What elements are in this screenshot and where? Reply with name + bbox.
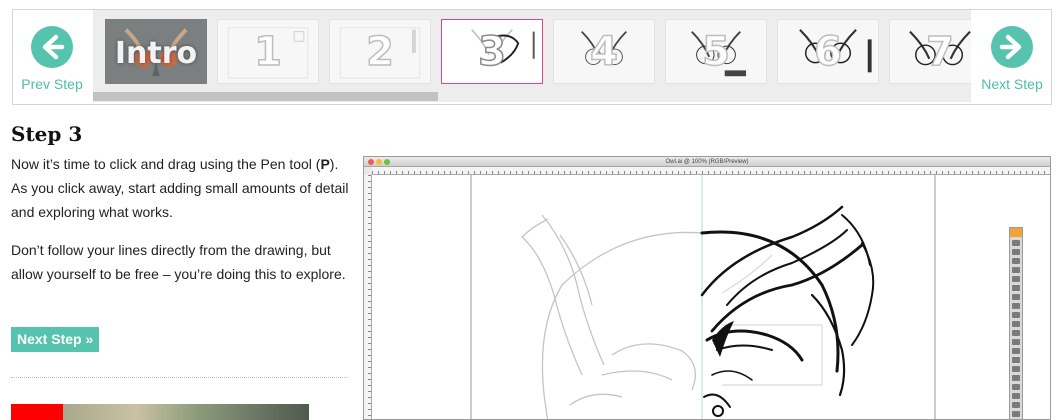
artboard-canvas	[372, 175, 1050, 419]
owl-drawing	[470, 175, 936, 419]
thumbnail-label: 7	[925, 28, 954, 76]
thumbnail-label: 2	[365, 28, 394, 76]
selection-tool-icon[interactable]	[1012, 240, 1020, 246]
horizontal-ruler	[372, 167, 1050, 175]
thumbnail-step-3[interactable]: 3	[441, 19, 543, 84]
magic-wand-tool-icon[interactable]	[1012, 258, 1020, 264]
thumbnail-step-4[interactable]: 4	[553, 19, 655, 84]
paintbrush-tool-icon[interactable]	[1012, 303, 1020, 309]
thumbnail-step-2[interactable]: 2	[329, 19, 431, 84]
tools-panel-grip[interactable]	[1010, 228, 1022, 237]
eyedropper-tool-icon[interactable]	[1012, 393, 1020, 399]
prev-step-label: Prev Step	[21, 76, 83, 92]
step-paragraph-2: Don’t follow your lines directly from th…	[11, 242, 346, 282]
thumbnail-label: 4	[589, 28, 618, 76]
promo-landscape	[63, 404, 309, 420]
prev-step-button[interactable]: Prev Step	[13, 10, 91, 104]
next-step-button[interactable]: Next Step »	[11, 327, 100, 352]
rectangle-tool-icon[interactable]	[1012, 294, 1020, 300]
warp-tool-icon[interactable]	[1012, 348, 1020, 354]
thumbnail-label: 1	[253, 28, 282, 76]
scrollbar-thumb[interactable]	[93, 92, 438, 101]
thumbnail-intro[interactable]: Intro	[105, 19, 207, 84]
thumbnail-label: 6	[813, 28, 842, 76]
thumbnail-label: 3	[477, 28, 506, 76]
thumbnail-scrollbar[interactable]	[93, 92, 971, 102]
step-paragraph-1: Now it’s time to click and drag using th…	[11, 152, 351, 224]
mesh-tool-icon[interactable]	[1012, 375, 1020, 381]
thumbnail-label: 5	[701, 28, 730, 76]
scale-tool-icon[interactable]	[1012, 339, 1020, 345]
thumbnail-strip: Intro 1 2 3 4 5 6 7	[93, 10, 971, 102]
next-step-label: Next Step	[981, 76, 1043, 92]
eraser-tool-icon[interactable]	[1012, 321, 1020, 327]
pencil-tool-icon[interactable]	[1012, 312, 1020, 318]
thumbnail-step-1[interactable]: 1	[217, 19, 319, 84]
arrow-left-icon	[31, 26, 73, 68]
tools-panel	[1009, 227, 1023, 419]
direct-selection-tool-icon[interactable]	[1012, 249, 1020, 255]
thumbnail-step-5[interactable]: 5	[665, 19, 767, 84]
gradient-tool-icon[interactable]	[1012, 384, 1020, 390]
window-title: Owl.ai @ 100% (RGB/Preview)	[665, 159, 749, 165]
step-title: Step 3	[11, 122, 83, 146]
pen-tool-icon[interactable]	[1012, 267, 1020, 273]
promo-red-block	[11, 404, 63, 420]
hand-tool-icon[interactable]	[1012, 411, 1020, 417]
rotate-tool-icon[interactable]	[1012, 330, 1020, 336]
step-carousel: Prev Step Intro 1 2 3 4 5 6 7 Next Step	[12, 9, 1052, 105]
promo-image[interactable]	[11, 404, 309, 420]
shape-builder-tool-icon[interactable]	[1012, 366, 1020, 372]
next-step-nav-button[interactable]: Next Step	[973, 10, 1051, 104]
arrow-right-icon	[991, 26, 1033, 68]
illustrator-screenshot: Owl.ai @ 100% (RGB/Preview)	[363, 156, 1051, 420]
vertical-ruler	[364, 175, 372, 419]
free-transform-tool-icon[interactable]	[1012, 357, 1020, 363]
blend-tool-icon[interactable]	[1012, 402, 1020, 408]
type-tool-icon[interactable]	[1012, 276, 1020, 282]
shortcut-key: P	[320, 156, 330, 172]
thumbnail-step-6[interactable]: 6	[777, 19, 879, 84]
thumbnail-label: Intro	[114, 36, 198, 71]
section-divider	[11, 377, 347, 378]
thumbnail-step-7[interactable]: 7	[889, 19, 971, 84]
paragraph-text: Now it’s time to click and drag using th…	[11, 156, 321, 172]
window-titlebar: Owl.ai @ 100% (RGB/Preview)	[364, 157, 1050, 167]
line-tool-icon[interactable]	[1012, 285, 1020, 291]
